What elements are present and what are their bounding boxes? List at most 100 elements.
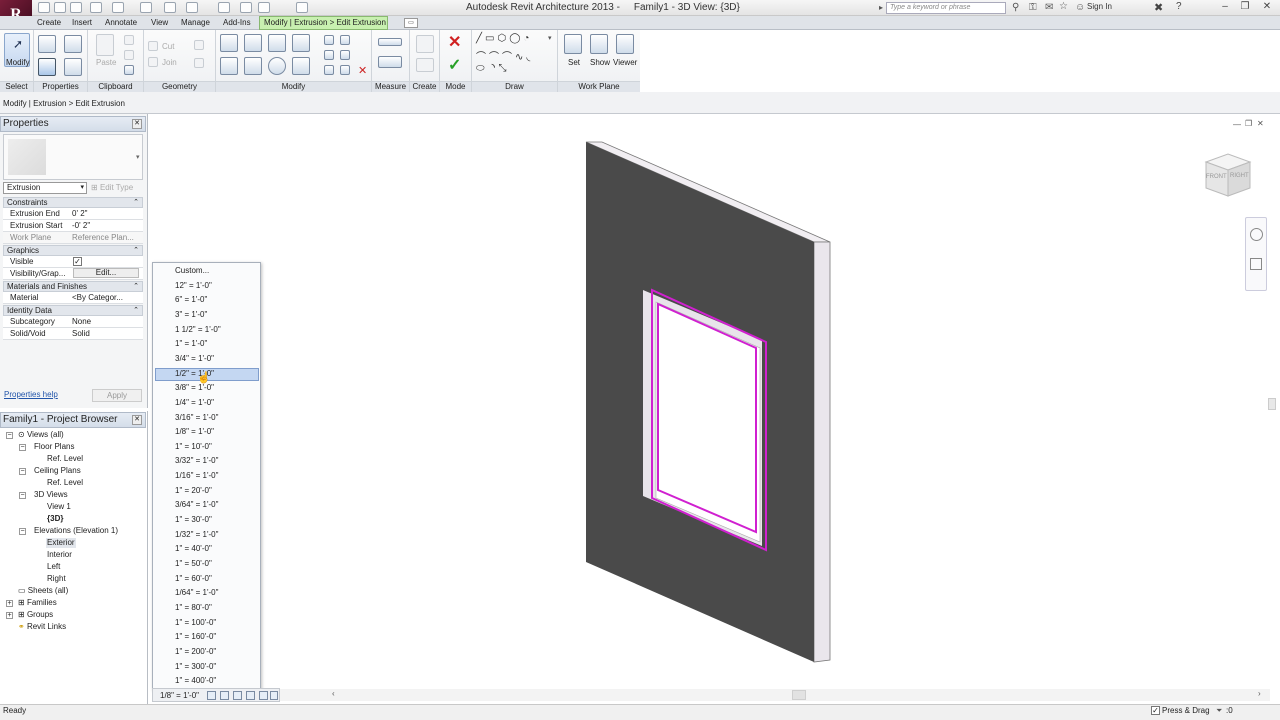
expand-toggle-icon[interactable]: + bbox=[6, 600, 13, 607]
scale-item[interactable]: 1" = 80'-0" bbox=[175, 602, 212, 614]
tab-manage[interactable]: Manage bbox=[178, 17, 213, 29]
project-browser-close-icon[interactable]: ✕ bbox=[132, 415, 142, 425]
favorites-icon[interactable]: ☆ bbox=[1059, 1, 1068, 12]
apply-button[interactable]: Apply bbox=[92, 389, 142, 402]
scale-item[interactable]: 1 1/2" = 1'-0" bbox=[175, 324, 221, 336]
undo-icon[interactable] bbox=[90, 2, 102, 13]
communication-icon[interactable]: ✉ bbox=[1045, 2, 1053, 13]
crop-view-icon[interactable] bbox=[259, 691, 268, 700]
tree-sheets[interactable]: ▭ Sheets (all) bbox=[18, 586, 68, 596]
vertical-scrollbar-thumb[interactable] bbox=[1268, 398, 1276, 410]
ribbon-minimize-icon[interactable]: ▭ bbox=[404, 18, 418, 28]
view-restore-icon[interactable]: ❐ bbox=[1245, 119, 1252, 128]
pin-icon[interactable] bbox=[324, 65, 334, 75]
tree-revit-links[interactable]: ⚭ Revit Links bbox=[18, 622, 66, 632]
exchange-icon[interactable]: ✖ bbox=[1154, 1, 1163, 14]
tree-3d-views[interactable]: 3D Views bbox=[34, 490, 68, 500]
search-input[interactable]: Type a keyword or phrase bbox=[886, 2, 1006, 14]
copy-element-icon[interactable] bbox=[244, 57, 262, 75]
modify-button[interactable]: ➚ Modify bbox=[4, 33, 30, 67]
prop-extrusion-start[interactable]: Extrusion Start -0' 2" bbox=[3, 220, 143, 232]
collapse-toggle-icon[interactable]: − bbox=[19, 528, 26, 535]
collapse-icon[interactable]: ⌃ bbox=[133, 282, 139, 291]
scale-item[interactable]: 1/32" = 1'-0" bbox=[175, 529, 218, 541]
show-work-plane-icon[interactable] bbox=[590, 34, 608, 54]
viewer-label[interactable]: Viewer bbox=[613, 58, 637, 67]
scale-item[interactable]: 12" = 1'-0" bbox=[175, 280, 212, 292]
viewcube-front-face[interactable]: FRONT bbox=[1206, 174, 1227, 180]
scale-item[interactable]: 1" = 50'-0" bbox=[175, 558, 212, 570]
tree-elevations[interactable]: Elevations (Elevation 1) bbox=[34, 526, 118, 536]
measure-icon[interactable] bbox=[378, 38, 402, 46]
properties-help-link[interactable]: Properties help bbox=[4, 390, 58, 399]
scale-item[interactable]: 3/64" = 1'-0" bbox=[175, 499, 218, 511]
properties-toggle-icon[interactable] bbox=[38, 58, 56, 76]
close-window-button[interactable]: ✕ bbox=[1258, 1, 1276, 14]
zoom-icon[interactable] bbox=[1250, 258, 1262, 270]
visible-checkbox[interactable]: ✓ bbox=[73, 257, 82, 266]
scale-item[interactable]: 1/4" = 1'-0" bbox=[175, 397, 214, 409]
cancel-edit-mode-icon[interactable]: ✕ bbox=[448, 32, 461, 52]
group-identity[interactable]: Identity Data ⌃ bbox=[3, 305, 143, 316]
scale-item[interactable]: 1" = 1'-0" bbox=[175, 338, 207, 350]
minimize-button[interactable]: – bbox=[1216, 1, 1234, 14]
group-graphics[interactable]: Graphics ⌃ bbox=[3, 245, 143, 256]
cope-icon[interactable] bbox=[148, 41, 158, 51]
binoculars-icon[interactable]: ⚲ bbox=[1012, 2, 1019, 13]
scale-item[interactable]: 1/8" = 1'-0" bbox=[175, 426, 214, 438]
delete-icon[interactable]: ✕ bbox=[358, 64, 367, 77]
scale-item[interactable]: 3/32" = 1'-0" bbox=[175, 455, 218, 467]
tree-elevation-left[interactable]: Left bbox=[47, 562, 60, 572]
properties-close-icon[interactable]: ✕ bbox=[132, 119, 142, 129]
match-properties-icon[interactable] bbox=[124, 65, 134, 75]
horizontal-scrollbar[interactable]: ‹ › bbox=[280, 689, 1270, 701]
help-icon[interactable]: ? bbox=[1176, 1, 1182, 12]
set-work-plane-icon[interactable] bbox=[564, 34, 582, 54]
prop-value[interactable]: 0' 2" bbox=[72, 208, 136, 219]
collapse-icon[interactable]: ⌃ bbox=[133, 306, 139, 315]
prop-value[interactable]: -0' 2" bbox=[72, 220, 136, 231]
type-properties-icon[interactable] bbox=[38, 35, 56, 53]
scale-item[interactable]: 1/64" = 1'-0" bbox=[175, 587, 218, 599]
view-scale-menu[interactable]: Custom... 12" = 1'-0" 6" = 1'-0" 3" = 1'-0"… bbox=[152, 262, 261, 690]
scale-item[interactable]: 1" = 40'-0" bbox=[175, 543, 212, 555]
draw-line-tools-icon[interactable]: ╱▭⬡◯◔ bbox=[476, 33, 532, 44]
scale-item[interactable]: 1" = 400'-0" bbox=[175, 675, 216, 687]
scale-item[interactable]: 1" = 20'-0" bbox=[175, 485, 212, 497]
work-plane-viewer-icon[interactable] bbox=[616, 34, 634, 54]
thin-lines-icon[interactable] bbox=[258, 2, 270, 13]
measure-qat-icon[interactable] bbox=[140, 2, 152, 13]
tree-ceiling-plans[interactable]: Ceiling Plans bbox=[34, 466, 81, 476]
align-icon[interactable] bbox=[220, 34, 238, 52]
tab-view[interactable]: View bbox=[148, 17, 171, 29]
scale-item[interactable]: 6" = 1'-0" bbox=[175, 294, 207, 306]
steering-wheel-icon[interactable] bbox=[1250, 228, 1263, 241]
scroll-left-icon[interactable]: ‹ bbox=[332, 689, 335, 698]
unpin-icon[interactable] bbox=[340, 65, 350, 75]
aligned-dimension-icon[interactable] bbox=[378, 56, 402, 68]
prop-value[interactable]: None bbox=[72, 316, 136, 327]
rotate-icon[interactable] bbox=[268, 57, 286, 75]
3d-viewport[interactable] bbox=[150, 114, 1280, 688]
split-element-icon[interactable] bbox=[324, 35, 334, 45]
scale-item[interactable]: 1" = 160'-0" bbox=[175, 631, 216, 643]
edit-type-button[interactable]: ⊞ Edit Type bbox=[91, 182, 133, 194]
restore-button[interactable]: ❐ bbox=[1236, 1, 1254, 14]
finish-edit-mode-icon[interactable]: ✓ bbox=[448, 55, 461, 75]
join-icon[interactable] bbox=[148, 57, 158, 67]
filter-icon[interactable]: ⏷ bbox=[1216, 706, 1222, 716]
scale-item[interactable]: 1" = 10'-0" bbox=[175, 441, 212, 453]
tab-add-ins[interactable]: Add-Ins bbox=[220, 17, 254, 29]
scale-item[interactable]: 1" = 60'-0" bbox=[175, 573, 212, 585]
viewcube[interactable]: FRONT RIGHT bbox=[1202, 152, 1254, 198]
group-materials[interactable]: Materials and Finishes ⌃ bbox=[3, 281, 143, 292]
prop-solid-void[interactable]: Solid/Void Solid bbox=[3, 328, 143, 340]
tree-elevation-right[interactable]: Right bbox=[47, 574, 66, 584]
detail-level-icon[interactable] bbox=[207, 691, 216, 700]
family-types-icon[interactable] bbox=[64, 35, 82, 53]
split-gap-icon[interactable] bbox=[340, 35, 350, 45]
scale-item-custom[interactable]: Custom... bbox=[175, 265, 209, 277]
sync-icon[interactable] bbox=[70, 2, 82, 13]
view-minimize-icon[interactable]: — bbox=[1233, 120, 1241, 129]
scale-item[interactable]: 1" = 30'-0" bbox=[175, 514, 212, 526]
